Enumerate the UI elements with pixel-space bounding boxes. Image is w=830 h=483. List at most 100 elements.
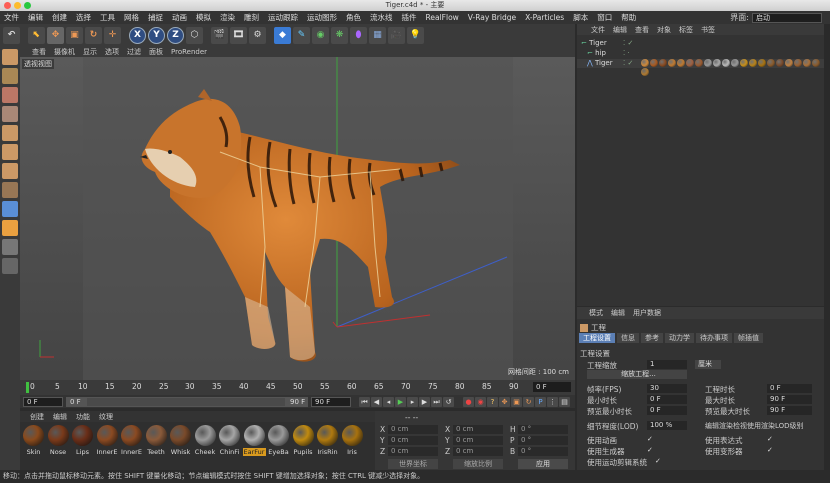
menu-snap[interactable]: 捕捉 [148, 12, 163, 23]
material-item[interactable]: IrisRin [316, 422, 339, 470]
render-picture-viewer-icon[interactable]: 🎞 [230, 26, 247, 44]
object-menu-edit[interactable]: 编辑 [613, 25, 627, 35]
use-generators-checkbox[interactable]: ✓ [647, 447, 654, 454]
menu-edit[interactable]: 编辑 [28, 12, 43, 23]
model-mode-icon[interactable] [2, 68, 18, 84]
right-panel-scrollbar[interactable] [824, 24, 830, 470]
position-y-field[interactable]: 0 cm [388, 436, 438, 445]
undo-icon[interactable]: ↶ [3, 26, 20, 44]
material-tag-icon[interactable] [650, 59, 658, 67]
material-item[interactable]: EyeBa [267, 422, 290, 470]
points-mode-icon[interactable] [2, 125, 18, 141]
material-tag-icon[interactable] [695, 59, 703, 67]
material-tag-icon[interactable] [659, 59, 667, 67]
object-menu-view[interactable]: 查看 [635, 25, 649, 35]
viewport-menu-options[interactable]: 选项 [105, 47, 119, 57]
tab-todo[interactable]: 待办事项 [696, 333, 732, 343]
material-tag-icon[interactable] [641, 68, 649, 76]
material-tag-icon[interactable] [803, 59, 811, 67]
position-z-field[interactable]: 0 cm [388, 447, 438, 456]
coordinate-mode-select[interactable]: 世界坐标 [388, 459, 438, 469]
texture-mode-icon[interactable] [2, 87, 18, 103]
floor-icon[interactable]: ▦ [369, 26, 386, 44]
size-x-field[interactable]: 0 cm [453, 425, 503, 434]
snap-icon[interactable] [2, 220, 18, 236]
y-axis-lock-button[interactable]: Y [148, 26, 165, 44]
menu-tools[interactable]: 工具 [100, 12, 115, 23]
scale-project-button[interactable]: 缩放工程... [587, 370, 687, 379]
menu-select[interactable]: 选择 [76, 12, 91, 23]
project-scale-unit-select[interactable]: 厘米 [695, 360, 721, 369]
use-animation-checkbox[interactable]: ✓ [647, 436, 654, 443]
next-key-icon[interactable]: ▶ [419, 396, 430, 407]
edges-mode-icon[interactable] [2, 144, 18, 160]
grid-icon[interactable] [2, 258, 18, 274]
object-row-hip[interactable]: ⌐ hip ⁚ · [577, 49, 824, 58]
rotation-h-field[interactable]: 0 ° [518, 425, 568, 434]
menu-vray-bridge[interactable]: V-Ray Bridge [468, 13, 516, 22]
keyframe-selection-icon[interactable]: ? [487, 396, 498, 407]
menu-help[interactable]: 帮助 [621, 12, 636, 23]
loop-icon[interactable]: ↺ [443, 396, 454, 407]
parameter-key-icon[interactable]: P [535, 396, 546, 407]
menu-plugins[interactable]: 插件 [402, 12, 417, 23]
layout-dropdown[interactable]: 启动 [752, 12, 822, 23]
playhead-marker[interactable] [26, 382, 29, 393]
scale-icon[interactable]: ▣ [66, 26, 83, 44]
rotation-p-field[interactable]: 0 ° [518, 436, 568, 445]
material-tag-icon[interactable] [812, 59, 820, 67]
material-tag-icon[interactable] [641, 59, 649, 67]
viewport-menu-display[interactable]: 显示 [83, 47, 97, 57]
use-expressions-checkbox[interactable]: ✓ [767, 436, 774, 443]
cloner-icon[interactable]: ❋ [331, 26, 348, 44]
material-item[interactable]: Lips [71, 422, 94, 470]
material-item[interactable]: Whisk [169, 422, 192, 470]
spline-pen-icon[interactable]: ✎ [293, 26, 310, 44]
project-scale-field[interactable]: 1 [647, 360, 687, 369]
object-menu-file[interactable]: 文件 [591, 25, 605, 35]
minimize-window-button[interactable] [14, 2, 21, 9]
min-time-field[interactable]: 0 F [647, 395, 687, 404]
material-item[interactable]: Cheek [194, 422, 217, 470]
project-time-field[interactable]: 0 F [767, 384, 812, 393]
record-keys-icon[interactable]: ● [463, 396, 474, 407]
material-tag-icon[interactable] [740, 59, 748, 67]
viewport-menu-panel[interactable]: 面板 [149, 47, 163, 57]
rotate-icon[interactable]: ↻ [85, 26, 102, 44]
menu-mograph[interactable]: 运动图形 [307, 12, 337, 23]
light-icon[interactable]: 💡 [407, 26, 424, 44]
axis-mode-icon[interactable] [2, 182, 18, 198]
tab-project-settings[interactable]: 工程设置 [579, 333, 615, 343]
material-item[interactable]: Iris [341, 422, 364, 470]
material-tag-icon[interactable] [749, 59, 757, 67]
fps-field[interactable]: 30 [647, 384, 687, 393]
timeline-ruler[interactable]: 0 5 10 15 20 25 30 35 40 45 50 55 60 65 … [20, 380, 575, 395]
coordinate-system-icon[interactable]: ⬡ [186, 26, 203, 44]
menu-create[interactable]: 创建 [52, 12, 67, 23]
next-frame-icon[interactable]: ▸ [407, 396, 418, 407]
autokey-icon[interactable]: ◉ [475, 396, 486, 407]
menu-file[interactable]: 文件 [4, 12, 19, 23]
position-x-field[interactable]: 0 cm [388, 425, 438, 434]
material-tag-icon[interactable] [704, 59, 712, 67]
go-to-start-icon[interactable]: ⏮ [359, 396, 370, 407]
deformer-icon[interactable]: ⬮ [350, 26, 367, 44]
visibility-dots-icon[interactable]: ⁚ · [623, 49, 630, 58]
material-tag-icon[interactable] [722, 59, 730, 67]
menu-simulate[interactable]: 模拟 [196, 12, 211, 23]
position-key-icon[interactable]: ✥ [499, 396, 510, 407]
object-row-tiger-root[interactable]: ⌐ Tiger ⁚ ✓ [577, 39, 824, 48]
menu-motion-tracking[interactable]: 运动跟踪 [268, 12, 298, 23]
material-item[interactable]: ChinFi [218, 422, 241, 470]
make-editable-icon[interactable] [2, 49, 18, 65]
tab-frame-interpolation[interactable]: 帧插值 [734, 333, 763, 343]
perspective-viewport[interactable]: 透视视图 网格间距 : 100 cm [20, 57, 575, 380]
material-tag-icon[interactable] [758, 59, 766, 67]
prev-key-icon[interactable]: ◀ [371, 396, 382, 407]
max-time-field[interactable]: 90 F [767, 395, 812, 404]
size-z-field[interactable]: 0 cm [453, 447, 503, 456]
viewport-menu-camera[interactable]: 摄像机 [54, 47, 75, 57]
menu-pipeline[interactable]: 流水线 [370, 12, 393, 23]
recent-tool-icon[interactable]: ✛ [104, 26, 121, 44]
object-row-tiger-mesh[interactable]: ⋀ Tiger ⁚ ✓ [577, 59, 824, 76]
